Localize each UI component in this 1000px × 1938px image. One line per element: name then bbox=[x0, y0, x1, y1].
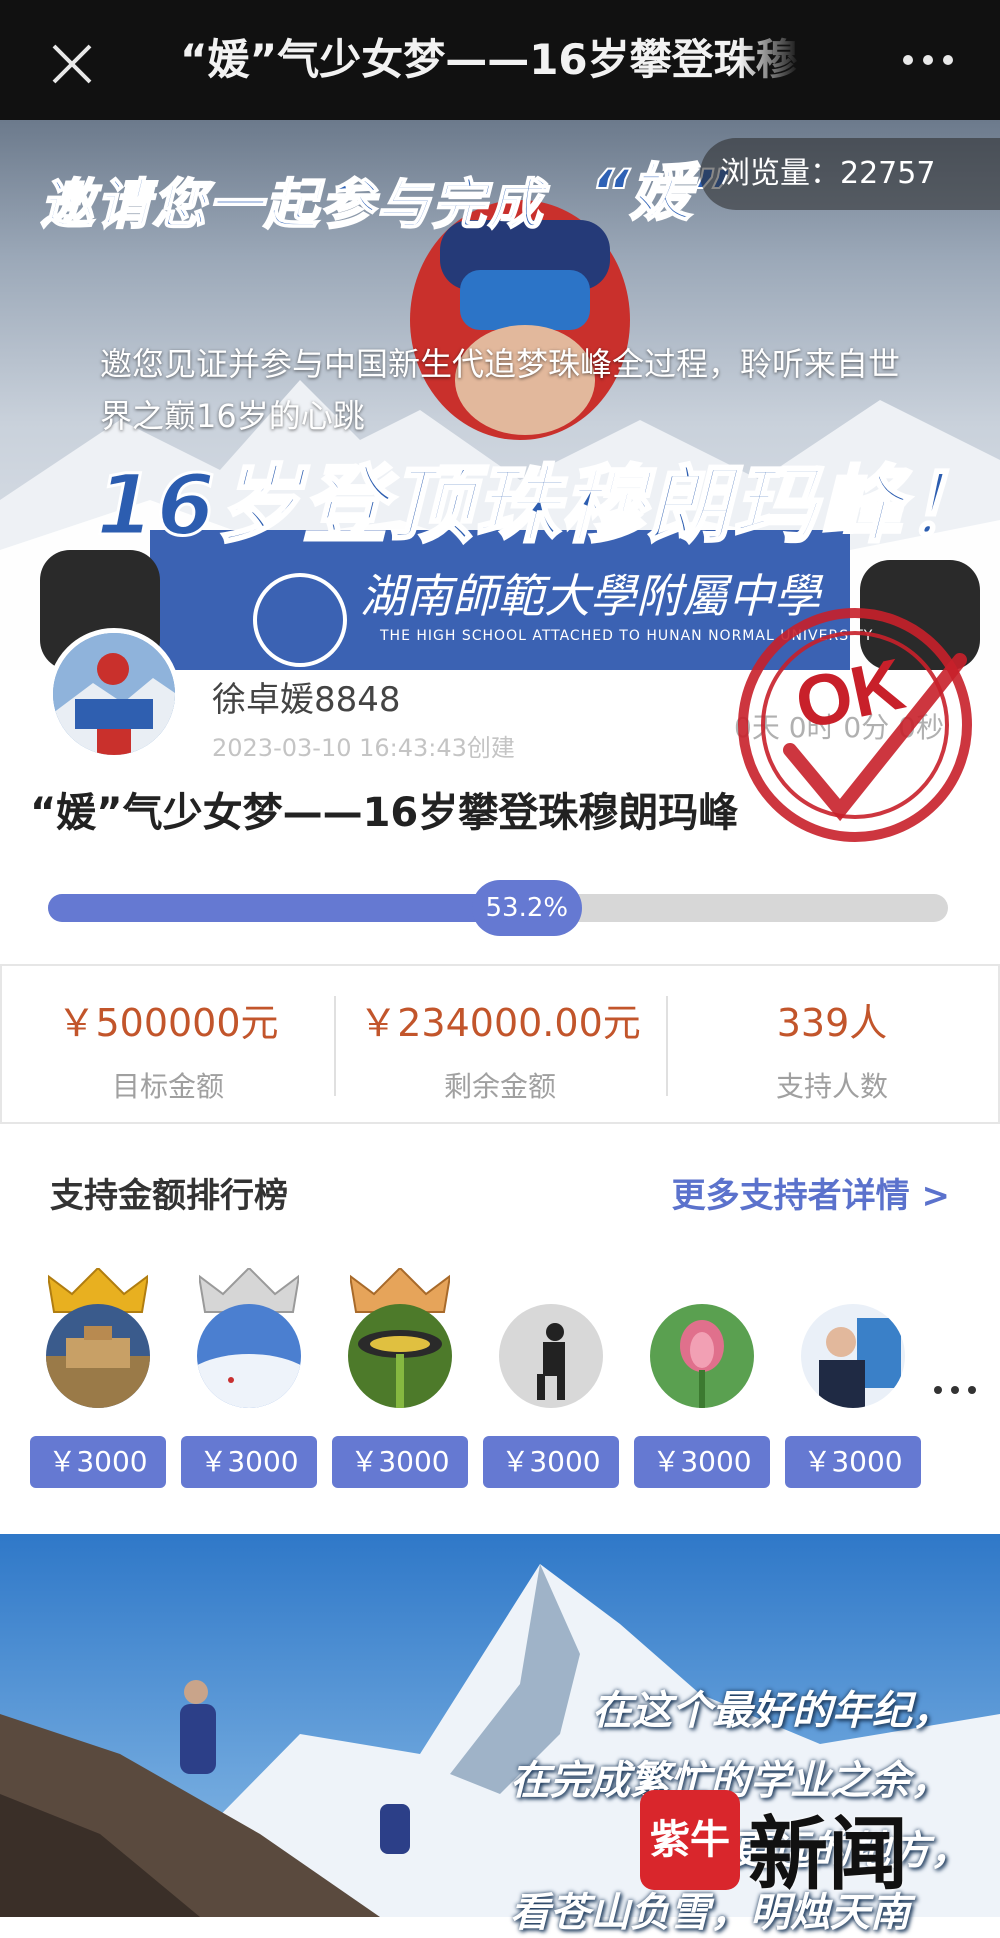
supporter-avatar bbox=[46, 1304, 150, 1408]
news-logo: 紫牛 bbox=[640, 1790, 740, 1890]
more-supporters-link[interactable]: 更多支持者详情 > bbox=[672, 1168, 950, 1217]
stat-value: ￥234000.00元 bbox=[359, 1001, 641, 1045]
project-title: “媛”气少女梦——16岁攀登珠穆朗玛峰 bbox=[30, 790, 739, 836]
ok-stamp-icon: OK bbox=[738, 608, 972, 842]
ok-stamp-text: OK bbox=[789, 644, 911, 745]
supporter-avatar bbox=[348, 1304, 452, 1408]
supporter-avatar bbox=[197, 1304, 301, 1408]
supporter-amount: ￥3000 bbox=[634, 1436, 770, 1488]
hero-banner: 邀请您一起参与完成 “媛” 浏览量：22757 邀您见证并参与中国新生代追梦珠峰… bbox=[0, 120, 1000, 670]
stats-panel: ￥500000元 目标金额 ￥234000.00元 剩余金额 339人 支持人数 bbox=[0, 964, 1000, 1124]
supporter-avatar bbox=[499, 1304, 603, 1408]
supporter-amount: ￥3000 bbox=[30, 1436, 166, 1488]
hero-description: 邀您见证并参与中国新生代追梦珠峰全过程，聆听来自世界之巅16岁的心跳 bbox=[100, 345, 901, 435]
supporter-amount: ￥3000 bbox=[181, 1436, 317, 1488]
poster-line: 在这个最好的年纪， bbox=[592, 1688, 952, 1734]
progress-fill bbox=[48, 894, 527, 922]
created-time: 2023-03-10 16:43:43创建 bbox=[212, 734, 515, 762]
top-bar: “媛”气少女梦——16岁攀登珠穆朗玛峰 bbox=[0, 0, 1000, 120]
stat-remaining: ￥234000.00元 剩余金额 bbox=[334, 966, 666, 1122]
stat-value: 339人 bbox=[776, 1001, 888, 1045]
supporter-amount: ￥3000 bbox=[483, 1436, 619, 1488]
supporter-avatar bbox=[801, 1304, 905, 1408]
stat-target: ￥500000元 目标金额 bbox=[2, 966, 334, 1122]
news-watermark: 新闻 bbox=[748, 1807, 908, 1901]
supporter-avatar bbox=[650, 1304, 754, 1408]
stat-value: ￥500000元 bbox=[57, 1001, 279, 1045]
supporter-amount: ￥3000 bbox=[785, 1436, 921, 1488]
ranking-title: 支持金额排行榜 bbox=[50, 1176, 288, 1216]
progress-label: 53.2% bbox=[471, 880, 582, 936]
stat-label: 支持人数 bbox=[775, 1070, 888, 1103]
creator-name: 徐卓媛8848 bbox=[212, 680, 401, 720]
supporter-amount: ￥3000 bbox=[332, 1436, 468, 1488]
views-badge: 浏览量：22757 bbox=[700, 138, 1000, 210]
stat-label: 剩余金额 bbox=[443, 1070, 556, 1103]
more-supporters-icon[interactable] bbox=[930, 1380, 980, 1400]
more-options-icon[interactable] bbox=[900, 48, 956, 72]
hero-headline: 16岁登顶珠穆朗玛峰！ bbox=[95, 455, 991, 556]
close-icon[interactable] bbox=[44, 36, 100, 92]
progress-bar: 53.2% bbox=[48, 880, 948, 936]
stat-supporters: 339人 支持人数 bbox=[666, 966, 998, 1122]
page-title: “媛”气少女梦——16岁攀登珠穆朗玛峰 bbox=[180, 30, 800, 90]
creator-avatar[interactable] bbox=[48, 628, 180, 760]
hero-banner-text: 邀请您一起参与完成 bbox=[39, 172, 544, 237]
stat-label: 目标金额 bbox=[111, 1070, 224, 1103]
